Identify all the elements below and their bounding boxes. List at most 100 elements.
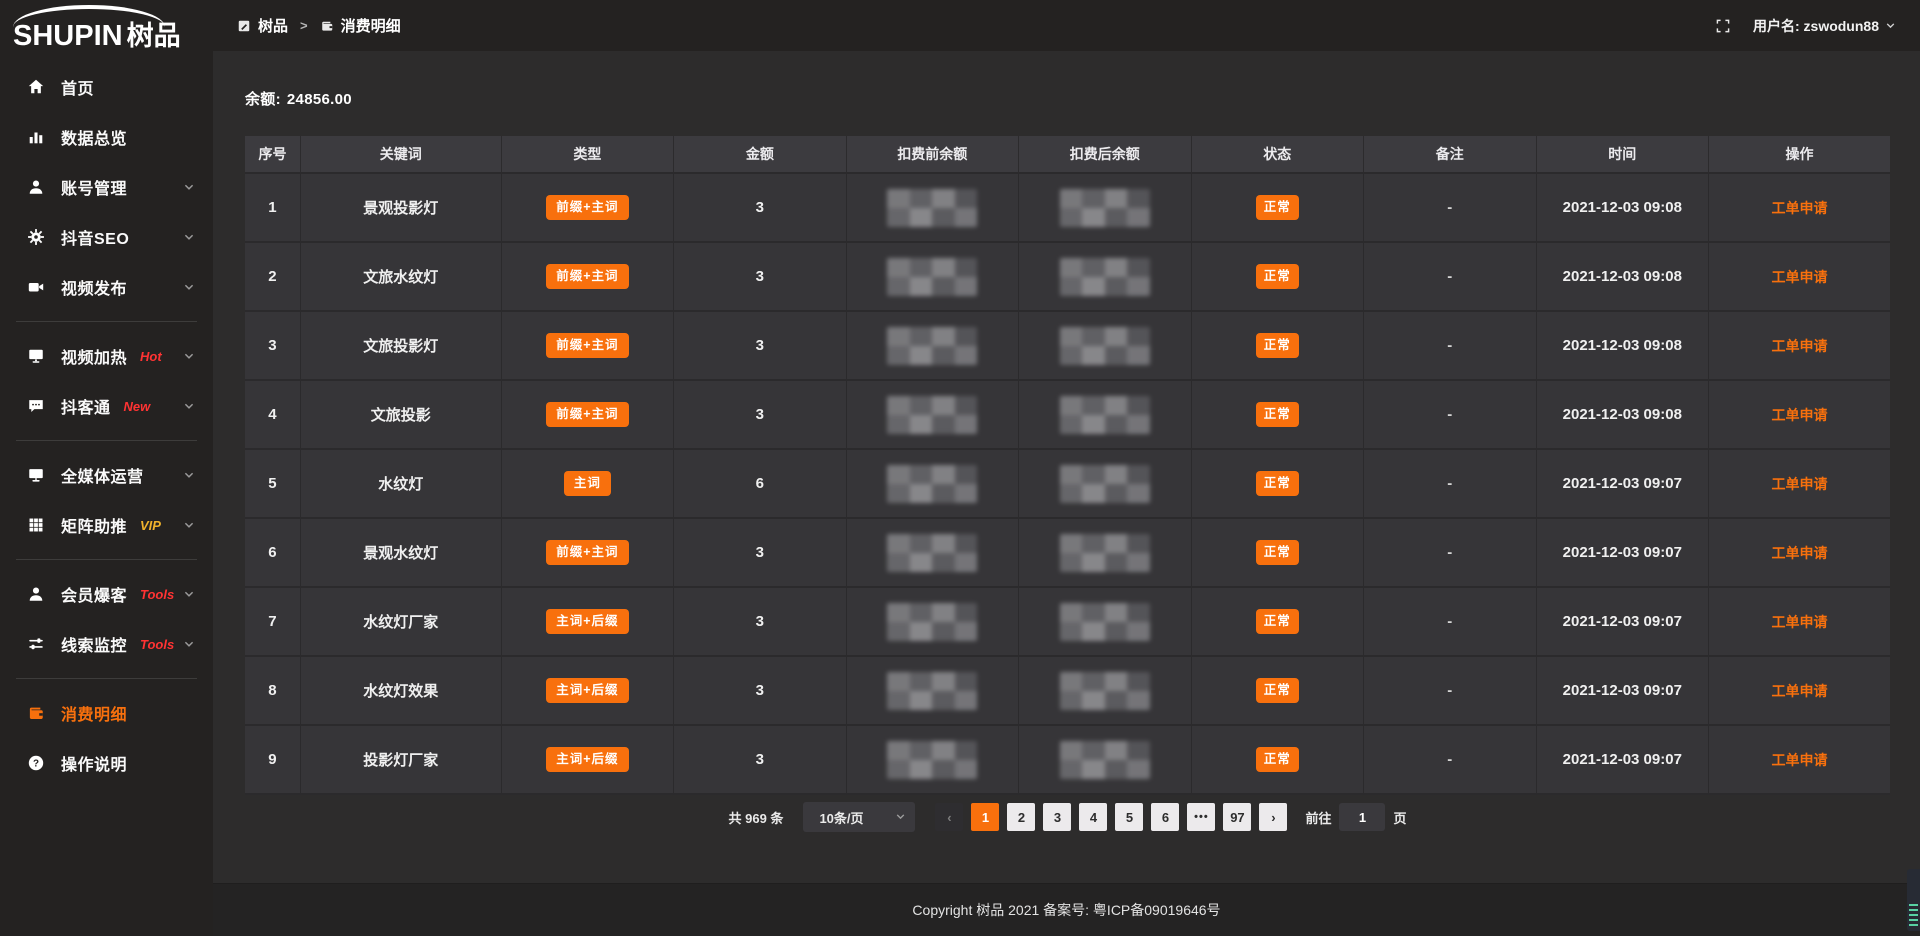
logo-cn: 树品 xyxy=(127,21,181,51)
sidebar-item-全媒体运营[interactable]: 全媒体运营 xyxy=(0,450,213,500)
sidebar-item-矩阵助推[interactable]: 矩阵助推 VIP xyxy=(0,500,213,550)
next-page-button[interactable]: › xyxy=(1259,803,1287,831)
page-button-5[interactable]: 5 xyxy=(1115,803,1143,831)
type-badge: 前缀+主词 xyxy=(546,264,628,289)
app-window: SHUPIN树品 首页 数据总览 账号管理 抖音SEO 视频发布 视频加热 xyxy=(0,0,1920,936)
copyright-text: Copyright 树品 2021 备案号: 粤ICP备09019646号 xyxy=(912,900,1220,920)
brand-logo[interactable]: SHUPIN树品 xyxy=(0,0,213,51)
cell-keyword: 文旅水纹灯 xyxy=(301,243,502,312)
cell-keyword: 景观水纹灯 xyxy=(301,519,502,588)
type-badge: 前缀+主词 xyxy=(546,333,628,358)
sidebar-item-操作说明[interactable]: ? 操作说明 xyxy=(0,738,213,788)
side-scroll-widget[interactable] xyxy=(1907,869,1920,931)
cell-action: 工单申请 xyxy=(1709,519,1890,588)
ticket-request-link[interactable]: 工单申请 xyxy=(1772,200,1828,216)
sidebar-item-会员爆客[interactable]: 会员爆客 Tools xyxy=(0,569,213,619)
cell-time: 2021-12-03 09:08 xyxy=(1537,243,1710,312)
sidebar-item-消费明细[interactable]: 消费明细 xyxy=(0,688,213,738)
goto-page: 前往 页 xyxy=(1305,803,1406,831)
ticket-request-link[interactable]: 工单申请 xyxy=(1772,269,1828,285)
ticket-request-link[interactable]: 工单申请 xyxy=(1772,545,1828,561)
footer: Copyright 树品 2021 备案号: 粤ICP备09019646号 xyxy=(213,883,1920,936)
cell-status: 正常 xyxy=(1192,312,1364,381)
username-value: zswodun88 xyxy=(1804,18,1879,34)
column-header: 关键词 xyxy=(301,136,502,174)
cell-type: 主词+后缀 xyxy=(502,726,674,795)
remark-value: - xyxy=(1447,544,1452,561)
member-icon xyxy=(26,584,46,604)
type-badge: 主词+后缀 xyxy=(546,678,628,703)
ticket-request-link[interactable]: 工单申请 xyxy=(1772,407,1828,423)
page-ellipsis-button[interactable]: ••• xyxy=(1187,803,1215,831)
sidebar-item-label: 抖客通 xyxy=(61,394,111,418)
column-header: 时间 xyxy=(1537,136,1710,174)
fullscreen-icon[interactable] xyxy=(1715,18,1731,34)
page-button-97[interactable]: 97 xyxy=(1223,803,1251,831)
page-button-6[interactable]: 6 xyxy=(1151,803,1179,831)
sidebar-item-账号管理[interactable]: 账号管理 xyxy=(0,162,213,212)
cell-amount: 3 xyxy=(674,381,846,450)
censored-balance xyxy=(887,741,977,779)
remark-value: - xyxy=(1447,751,1452,768)
sidebar-item-首页[interactable]: 首页 xyxy=(0,62,213,112)
cell-type: 前缀+主词 xyxy=(502,312,674,381)
bar-chart-icon xyxy=(26,127,46,147)
censored-balance xyxy=(1060,258,1150,296)
cell-index: 5 xyxy=(245,450,301,519)
ticket-request-link[interactable]: 工单申请 xyxy=(1772,338,1828,354)
status-badge: 正常 xyxy=(1256,264,1299,289)
column-header: 状态 xyxy=(1192,136,1364,174)
sidebar-divider xyxy=(16,440,197,441)
ticket-request-link[interactable]: 工单申请 xyxy=(1772,614,1828,630)
table-row: 6景观水纹灯前缀+主词3正常-2021-12-03 09:07工单申请 xyxy=(245,519,1890,588)
page-button-4[interactable]: 4 xyxy=(1079,803,1107,831)
sidebar-item-label: 线索监控 xyxy=(61,632,127,656)
status-badge: 正常 xyxy=(1256,678,1299,703)
cell-action: 工单申请 xyxy=(1709,174,1890,243)
ticket-request-link[interactable]: 工单申请 xyxy=(1772,683,1828,699)
column-header: 备注 xyxy=(1364,136,1536,174)
cell-remark: - xyxy=(1364,174,1536,243)
sliders-icon xyxy=(26,634,46,654)
cell-action: 工单申请 xyxy=(1709,588,1890,657)
cell-balance-before xyxy=(847,588,1019,657)
cell-remark: - xyxy=(1364,519,1536,588)
cell-status: 正常 xyxy=(1192,657,1364,726)
sidebar-item-视频发布[interactable]: 视频发布 xyxy=(0,262,213,312)
page-button-2[interactable]: 2 xyxy=(1007,803,1035,831)
sidebar-menu: 首页 数据总览 账号管理 抖音SEO 视频发布 视频加热 Hot 抖客通 New xyxy=(0,62,213,788)
ticket-request-link[interactable]: 工单申请 xyxy=(1772,752,1828,768)
sidebar-item-视频加热[interactable]: 视频加热 Hot xyxy=(0,331,213,381)
sidebar-item-线索监控[interactable]: 线索监控 Tools xyxy=(0,619,213,669)
sidebar-item-抖客通[interactable]: 抖客通 New xyxy=(0,381,213,431)
page-size-value: 10条/页 xyxy=(819,808,863,827)
prev-page-button[interactable]: ‹ xyxy=(935,803,963,831)
table-body: 1景观投影灯前缀+主词3正常-2021-12-03 09:08工单申请2文旅水纹… xyxy=(245,174,1890,795)
column-header: 操作 xyxy=(1709,136,1890,174)
breadcrumb-item-home[interactable]: 树品 xyxy=(258,15,288,36)
svg-text:?: ? xyxy=(33,759,39,770)
cell-status: 正常 xyxy=(1192,726,1364,795)
cell-remark: - xyxy=(1364,312,1536,381)
status-badge: 正常 xyxy=(1256,471,1299,496)
cell-time: 2021-12-03 09:07 xyxy=(1537,657,1710,726)
main-column: 树品 > 消费明细 用户名: zswodun88 余额:24856.00 序号关… xyxy=(213,0,1920,936)
sidebar-item-tag: New xyxy=(124,399,151,414)
sidebar-item-数据总览[interactable]: 数据总览 xyxy=(0,112,213,162)
cell-balance-before xyxy=(847,519,1019,588)
sidebar-item-抖音SEO[interactable]: 抖音SEO xyxy=(0,212,213,262)
censored-balance xyxy=(887,189,977,227)
sidebar-item-label: 全媒体运营 xyxy=(61,463,144,487)
table-row: 1景观投影灯前缀+主词3正常-2021-12-03 09:08工单申请 xyxy=(245,174,1890,243)
sidebar-item-label: 会员爆客 xyxy=(61,582,127,606)
page-button-3[interactable]: 3 xyxy=(1043,803,1071,831)
user-menu[interactable]: 用户名: zswodun88 xyxy=(1753,16,1896,36)
cell-keyword: 水纹灯厂家 xyxy=(301,588,502,657)
cell-index: 7 xyxy=(245,588,301,657)
page-button-active[interactable]: 1 xyxy=(971,803,999,831)
cell-amount: 3 xyxy=(674,174,846,243)
goto-page-input[interactable] xyxy=(1339,803,1385,831)
page-size-select[interactable]: 10条/页 xyxy=(803,802,915,832)
censored-balance xyxy=(887,603,977,641)
ticket-request-link[interactable]: 工单申请 xyxy=(1772,476,1828,492)
